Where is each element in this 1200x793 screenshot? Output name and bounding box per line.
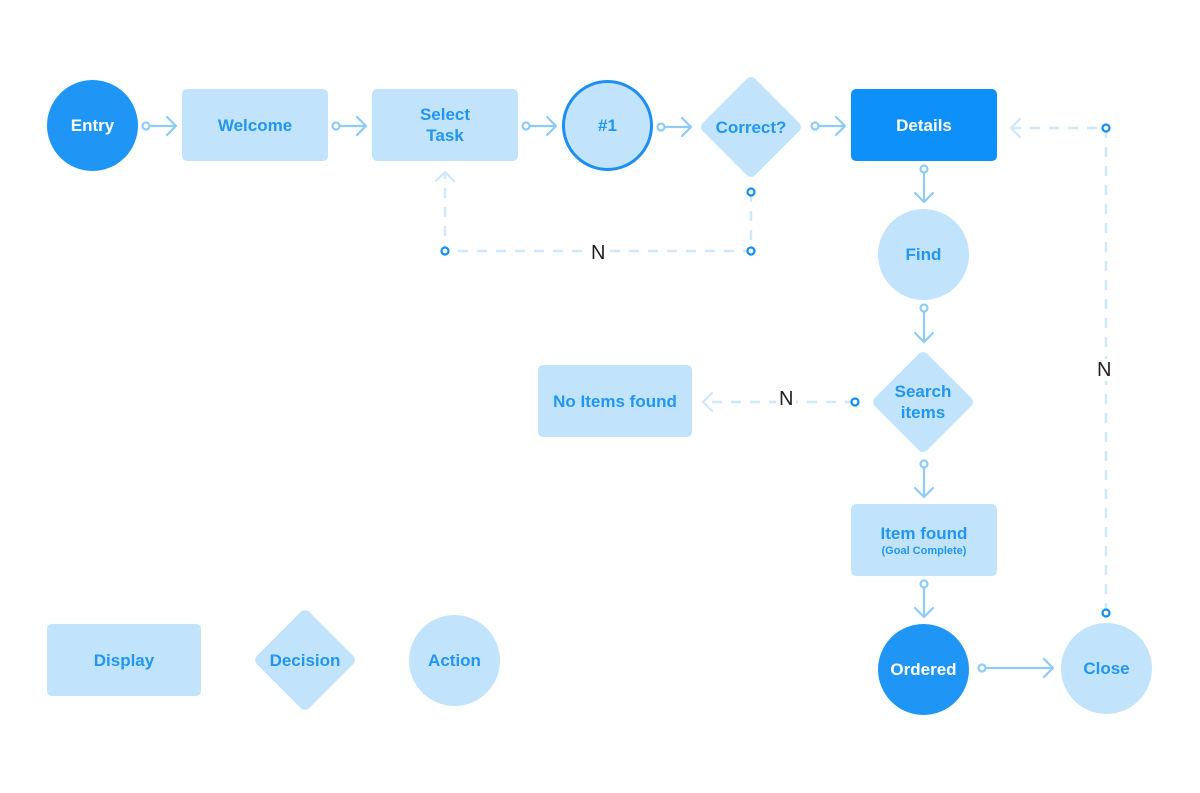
port-dot (746, 187, 756, 197)
edge-welcome-selecttask-port (331, 121, 341, 131)
edge-ordered-close-port (977, 663, 987, 673)
node-no-items-found-label: No Items found (553, 391, 677, 411)
legend-action: Action (409, 615, 500, 706)
port-dot (1101, 123, 1111, 133)
node-search-items-line1: Search (894, 382, 952, 401)
node-search-items[interactable]: Search items (870, 349, 976, 455)
edge-correct-selecttask-dashed (443, 172, 753, 253)
legend-decision-label: Decision (269, 650, 341, 670)
edge-close-details-dashed (1011, 126, 1108, 613)
node-item-found-sublabel: (Goal Complete) (881, 544, 967, 557)
node-select-task-line2: Task (426, 126, 464, 145)
edge-correct-details-port (810, 121, 820, 131)
node-no-items-found[interactable]: No Items found (538, 365, 692, 437)
node-correct-label: Correct? (715, 117, 787, 137)
node-entry-label: Entry (70, 116, 115, 135)
node-select-task-line1: Select (419, 105, 471, 124)
edge-label-close-no: N (1094, 359, 1115, 381)
node-select-task[interactable]: Select Task (372, 89, 518, 161)
node-correct[interactable]: Correct? (698, 74, 804, 180)
node-find-label: Find (905, 245, 942, 264)
node-entry[interactable]: Entry (47, 80, 138, 171)
node-step-one[interactable]: #1 (562, 80, 653, 171)
legend-display-label: Display (93, 650, 155, 670)
node-close-label: Close (1083, 659, 1130, 678)
node-search-items-label: Search items (895, 381, 952, 423)
node-find[interactable]: Find (878, 209, 969, 300)
port-dot (746, 246, 756, 256)
edge-searchitems-itemfound-port (919, 459, 929, 469)
node-ordered-label: Ordered (890, 660, 957, 679)
node-item-found[interactable]: Item found (Goal Complete) (851, 504, 997, 576)
node-item-found-label: Item found (880, 523, 968, 543)
edge-details-find-port (919, 164, 929, 174)
node-search-items-line2: items (900, 403, 946, 422)
edge-label-search-no: N (776, 388, 797, 410)
node-ordered[interactable]: Ordered (878, 624, 969, 715)
legend-decision: Decision (252, 607, 358, 713)
dashed-arrowhead-icon (701, 391, 714, 413)
port-dot (850, 397, 860, 407)
node-details[interactable]: Details (851, 89, 997, 161)
edge-label-correct-no: N (588, 242, 609, 264)
edge-selecttask-stepone-port (521, 121, 531, 131)
legend-action-label: Action (428, 651, 481, 670)
port-dot (1101, 608, 1111, 618)
node-welcome[interactable]: Welcome (182, 89, 328, 161)
node-welcome-label: Welcome (217, 115, 293, 135)
edge-itemfound-ordered-port (919, 579, 929, 589)
edge-find-searchitems-port (919, 303, 929, 313)
legend-display: Display (47, 624, 201, 696)
node-close[interactable]: Close (1061, 623, 1152, 714)
edge-entry-welcome-port (141, 121, 151, 131)
node-step-one-label: #1 (598, 116, 617, 135)
edge-stepone-correct-port (656, 122, 666, 132)
port-dot (440, 246, 450, 256)
node-details-label: Details (896, 115, 952, 135)
